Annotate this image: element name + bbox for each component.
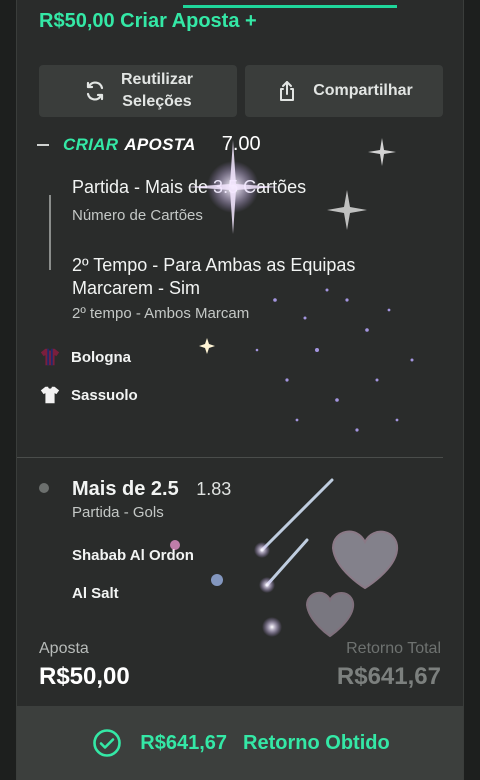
home-team-name: Bologna (71, 348, 131, 366)
selection-1-subtitle: Número de Cartões (72, 207, 203, 224)
return-obtained-bar[interactable]: R$641,67 Retorno Obtido (17, 706, 463, 780)
selection-1-title: Partida - Mais de 3.5 Cartões (72, 177, 307, 197)
away-team: Sassuolo (39, 384, 138, 406)
refresh-icon (86, 81, 104, 101)
sassuolo-shirt-icon (40, 386, 60, 404)
single-bet-subtitle: Partida - Gols (72, 504, 164, 521)
stake-value: R$50,00 (39, 663, 130, 690)
single-home-team: Shabab Al Ordon (72, 547, 194, 564)
bologna-shirt-icon (40, 348, 60, 366)
selection-dot-icon (39, 483, 49, 493)
single-away-team: Al Salt (72, 585, 119, 602)
selections-connector (49, 195, 51, 270)
stake-label: Aposta (39, 640, 89, 657)
away-team-name: Sassuolo (71, 386, 138, 404)
share-icon (280, 81, 295, 101)
single-bet-odds: 1.83 (196, 479, 232, 499)
home-team: Bologna (39, 346, 131, 368)
bet-slip-card: R$50,00 Criar Aposta + Reutilizar Seleçõ… (16, 0, 464, 780)
share-label: Compartilhar (313, 82, 413, 99)
reuse-selections-button[interactable]: Reutilizar Seleções (39, 65, 237, 117)
section-divider (17, 457, 443, 458)
collapse-icon[interactable] (37, 143, 49, 146)
return-obtained-amount: R$641,67 (140, 731, 228, 754)
bet-builder-odds: 7.00 (221, 133, 261, 155)
brand-logo-part2: APOSTA (124, 134, 196, 154)
check-circle-icon (93, 729, 122, 757)
active-indicator (183, 5, 397, 8)
brand-logo-part1: CRIAR (63, 134, 119, 154)
return-obtained-label: Retorno Obtido (243, 731, 390, 754)
single-bet-title: Mais de 2.5 1.83 (72, 478, 231, 501)
bet-builder-header[interactable]: CRIAR APOSTA 7.00 (37, 133, 261, 156)
reuse-selections-label: Reutilizar Seleções (120, 71, 193, 110)
share-button[interactable]: Compartilhar (245, 65, 443, 117)
slip-header-title[interactable]: R$50,00 Criar Aposta + (39, 10, 257, 33)
selection-2-title: 2º Tempo - Para Ambas as Equipas Marcare… (72, 255, 356, 298)
selection-2-subtitle: 2º tempo - Ambos Marcam (72, 305, 250, 322)
single-bet-market: Mais de 2.5 (72, 478, 179, 500)
total-return-label: Retorno Total (346, 640, 441, 657)
total-return-value: R$641,67 (336, 663, 441, 690)
